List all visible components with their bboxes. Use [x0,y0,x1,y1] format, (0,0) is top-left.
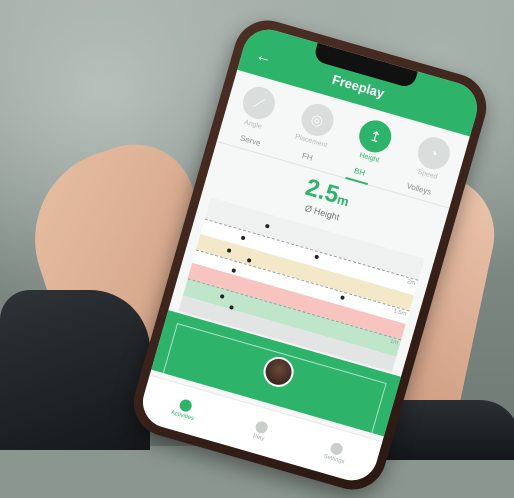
activities-icon [177,398,193,413]
settings-icon [329,441,345,457]
nav-settings[interactable]: Settings [323,440,349,465]
mode-height[interactable]: ↥ Height [344,114,404,168]
nav-activities[interactable]: Activities [170,396,198,422]
mode-label: Height [358,151,380,165]
mode-angle[interactable]: ⟋ Angle [228,81,288,135]
tab-fh[interactable]: FH [301,151,314,163]
placement-icon: ◎ [297,99,338,140]
mode-label: Angle [243,118,263,131]
tab-serve[interactable]: Serve [239,133,262,147]
left-sleeve [0,290,150,450]
mode-label: Speed [416,168,439,181]
mode-placement[interactable]: ◎ Placement [286,98,346,152]
play-icon [254,419,270,435]
tab-bh[interactable]: BH [353,166,366,178]
speed-icon: ◔ [413,133,454,173]
mode-label: Placement [294,133,328,150]
nav-play[interactable]: Play [252,419,270,443]
nav-label: Activities [170,409,195,423]
nav-label: Settings [322,453,346,466]
height-icon: ↥ [355,116,396,157]
metric-unit: m [335,191,351,210]
nav-label: Play [252,433,266,443]
angle-icon: ⟋ [239,83,279,123]
mode-speed[interactable]: ◔ Speed [402,131,462,185]
tab-volleys[interactable]: Volleys [406,181,433,197]
